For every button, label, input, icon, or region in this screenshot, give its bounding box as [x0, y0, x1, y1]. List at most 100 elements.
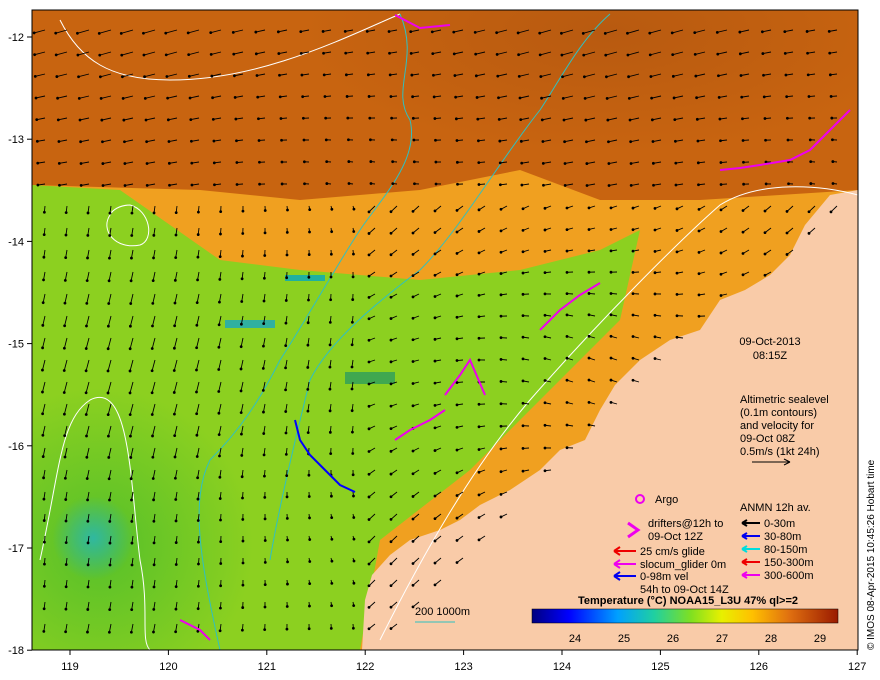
velocity-arrow-head [543, 206, 547, 210]
velocity-arrow-head [308, 230, 311, 234]
velocity-arrow-head [129, 456, 133, 459]
velocity-arrow-head [58, 183, 61, 187]
velocity-arrow-head [521, 314, 525, 318]
velocity-arrow-head [587, 400, 591, 404]
velocity-arrow-head [99, 75, 102, 79]
velocity-arrow-head [344, 51, 348, 55]
velocity-arrow-head [240, 277, 244, 281]
velocity-arrow-head [543, 313, 547, 317]
velocity-arrow-head [565, 356, 569, 360]
velocity-arrow-head [344, 73, 348, 77]
velocity-arrow-head [328, 320, 332, 324]
velocity-arrow-head [455, 494, 459, 497]
velocity-arrow-head [543, 357, 547, 360]
y-axis: -12 -13 -14 -15 -16 -17 -18 [8, 32, 32, 657]
velocity-arrow-head [631, 206, 635, 210]
velocity-arrow-head [651, 140, 655, 143]
velocity-arrow-head [433, 337, 437, 341]
velocity-arrow-head [301, 95, 305, 99]
velocity-arrow-head [477, 183, 481, 186]
velocity-arrow-head [324, 138, 328, 142]
velocity-arrow-head [172, 391, 176, 394]
velocity-arrow-head [196, 233, 200, 236]
velocity-arrow-head [367, 540, 371, 544]
velocity-arrow-head [42, 519, 46, 522]
velocity-arrow-head [174, 563, 178, 566]
velocity-arrow-head [97, 31, 101, 35]
velocity-arrow-head [695, 96, 699, 100]
velocity-arrow-head [56, 96, 59, 100]
velocity-arrow-head [477, 425, 481, 429]
velocity-arrow-head [190, 183, 194, 187]
velocity-arrow-head [347, 160, 351, 163]
velocity-arrow-head [329, 252, 333, 256]
velocity-arrow-head [285, 495, 289, 499]
anmn-title: ANMN 12h av. [740, 502, 811, 514]
velocity-arrow-head [455, 516, 459, 520]
velocity-arrow-head [350, 387, 354, 391]
velocity-arrow-head [389, 317, 393, 320]
velocity-arrow-head [79, 162, 83, 165]
velocity-arrow-head [585, 184, 589, 187]
velocity-arrow-head [693, 31, 697, 35]
velocity-arrow-head [389, 449, 393, 453]
velocity-arrow-head [719, 139, 722, 143]
velocity-arrow-head [42, 210, 46, 214]
velocity-arrow-head [609, 378, 613, 382]
velocity-arrow-head [122, 118, 126, 122]
velocity-arrow-head [186, 31, 190, 35]
velocity-arrow-head [308, 538, 312, 541]
velocity-arrow-head [262, 276, 266, 280]
velocity-arrow-head [123, 184, 127, 187]
velocity-arrow-head [433, 381, 437, 385]
velocity-arrow-head [763, 273, 767, 277]
velocity-arrow-head [196, 519, 200, 522]
velocity-arrow-head [278, 95, 282, 99]
velocity-arrow-head [307, 298, 310, 302]
velocity-arrow-head [300, 73, 304, 77]
velocity-arrow-head [173, 301, 177, 305]
velocity-arrow-head [285, 474, 289, 478]
velocity-arrow-head [330, 604, 334, 608]
velocity-arrow-head [785, 116, 789, 120]
velocity-arrow-head [63, 324, 67, 328]
velocity-arrow-head [496, 74, 500, 78]
velocity-arrow-head [806, 51, 809, 55]
velocity-arrow-head [543, 423, 547, 427]
velocity-arrow-head [328, 365, 332, 369]
velocity-arrow-head [366, 51, 370, 55]
colorbar-tick-label: 24 [569, 633, 581, 645]
velocity-arrow-head [411, 360, 415, 363]
velocity-arrow-head [240, 432, 243, 436]
velocity-arrow-head [607, 140, 610, 144]
velocity-arrow-head [106, 391, 110, 395]
velocity-arrow-head [367, 253, 371, 257]
velocity-arrow-head [587, 423, 591, 427]
velocity-arrow-head [217, 390, 221, 393]
velocity-arrow-head [517, 53, 521, 57]
velocity-arrow-head [108, 585, 112, 589]
velocity-arrow-head [36, 161, 40, 165]
velocity-arrow-head [455, 252, 459, 255]
velocity-arrow-head [173, 476, 177, 480]
velocity-arrow-head [607, 162, 611, 165]
velocity-arrow-head [455, 294, 459, 298]
velocity-arrow-head [671, 53, 675, 57]
velocity-arrow-head [218, 454, 221, 458]
velocity-arrow-head [367, 450, 371, 453]
velocity-arrow-head [303, 182, 306, 186]
velocity-arrow-head [241, 232, 245, 235]
velocity-arrow-head [42, 629, 46, 633]
velocity-arrow-head [539, 75, 543, 78]
velocity-arrow-head [455, 359, 459, 362]
velocity-arrow-head [742, 182, 746, 186]
velocity-arrow-head [352, 252, 355, 256]
velocity-arrow-head [411, 449, 415, 453]
velocity-arrow-head [152, 256, 155, 260]
anmn-label: 300-600m [764, 570, 814, 582]
velocity-arrow-head [77, 96, 81, 100]
velocity-arrow-head [455, 337, 459, 341]
velocity-arrow-head [369, 182, 373, 185]
y-tick-label: -14 [8, 236, 24, 248]
velocity-arrow-head [565, 228, 569, 232]
